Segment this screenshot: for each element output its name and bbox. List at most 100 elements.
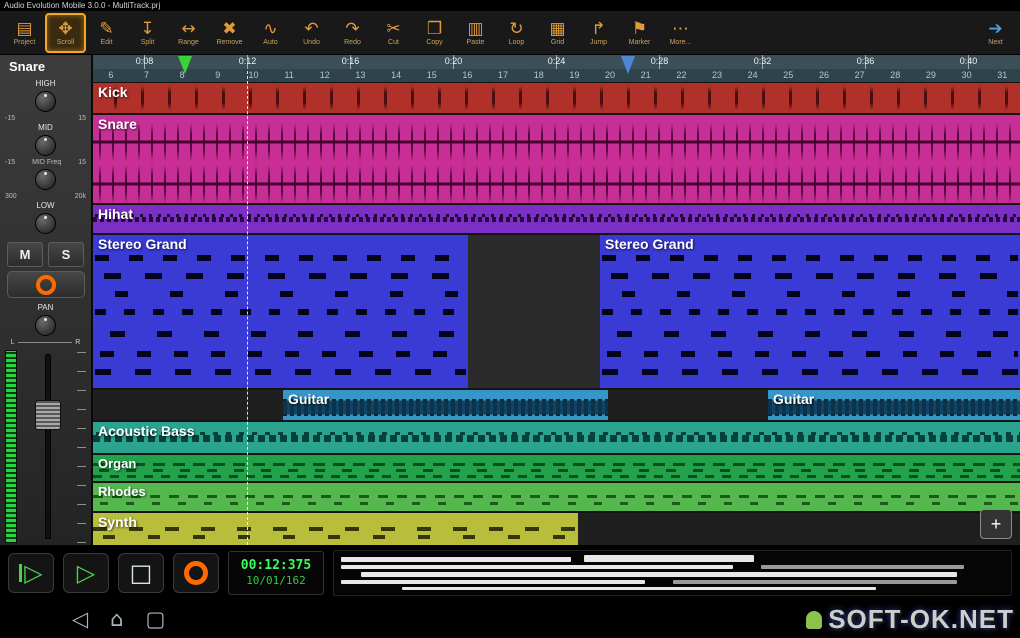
- level-meter: [5, 350, 17, 543]
- toolbar-button-label: Project: [13, 38, 36, 46]
- ruler-bar-number: 31: [997, 70, 1008, 80]
- ruler-bar-number: 16: [462, 70, 473, 80]
- track-row-organ[interactable]: Organ: [93, 455, 1020, 483]
- toolbar-button-redo[interactable]: ↷ Redo: [332, 13, 373, 53]
- add-track-button[interactable]: +: [980, 509, 1012, 539]
- toolbar-button-edit[interactable]: ✎ Edit: [86, 13, 127, 53]
- track-label: Guitar: [773, 391, 815, 407]
- toolbar-button-label: More...: [669, 38, 692, 46]
- green-position-marker[interactable]: [178, 56, 192, 74]
- toolbar-button-label: Redo: [344, 38, 361, 46]
- toolbar-button-project[interactable]: ▤ Project: [4, 13, 45, 53]
- pan-scale-line: [17, 342, 73, 343]
- waveform: [93, 205, 1020, 233]
- clip-acoustic-bass[interactable]: Acoustic Bass: [93, 422, 1020, 453]
- track-row-rhodes[interactable]: Rhodes: [93, 483, 1020, 513]
- track-row-hihat[interactable]: Hihat: [93, 205, 1020, 235]
- toolbar-button-label: Auto: [263, 38, 278, 46]
- clip-stereo-grand-1[interactable]: Stereo Grand: [93, 235, 468, 388]
- track-area: Kick Snare Hihat Stereo Grand Stereo Gra…: [93, 71, 1020, 545]
- toolbar-button-grid[interactable]: ▦ Grid: [537, 13, 578, 53]
- toolbar-button-range[interactable]: ↔ Range: [168, 13, 209, 53]
- toolbar-button-undo[interactable]: ↶ Undo: [291, 13, 332, 53]
- ruler-time-label: 0:20: [444, 56, 463, 66]
- track-label: Guitar: [288, 391, 330, 407]
- overview-waveform-bar: [401, 586, 876, 590]
- toolbar-button-auto[interactable]: ∿ Auto: [250, 13, 291, 53]
- toolbar-button-scroll[interactable]: ✥ Scroll: [45, 12, 86, 53]
- ruler-time-label: 0:24: [547, 56, 566, 66]
- watermark-text: SOFT-OK.NET: [828, 604, 1014, 634]
- play-button[interactable]: ▷: [63, 552, 109, 593]
- track-row-kick[interactable]: Kick: [93, 83, 1020, 115]
- track-label: Kick: [98, 84, 128, 100]
- clip-organ[interactable]: Organ: [93, 455, 1020, 481]
- eq-gain-max: 15: [78, 159, 86, 166]
- toolbar-button-label: Paste: [466, 38, 485, 46]
- toolbar-button-label: Undo: [303, 38, 320, 46]
- clip-kick[interactable]: Kick: [93, 83, 1020, 113]
- fader-track: [45, 354, 51, 539]
- toolbar-button-cut[interactable]: ✂ Cut: [373, 13, 414, 53]
- timeline-ruler[interactable]: 0:08 0:12 0:16 0:20 0:24 0:28 0:32 0:36 0:40 678…: [93, 55, 1020, 83]
- clip-guitar-2[interactable]: Guitar: [768, 390, 1020, 420]
- stop-button[interactable]: □: [118, 552, 164, 593]
- play-from-start-button[interactable]: ▷: [8, 552, 54, 593]
- toolbar-button-remove[interactable]: ✖ Remove: [209, 13, 250, 53]
- ruler-bar-number: 28: [890, 70, 901, 80]
- plus-icon: +: [990, 514, 1002, 534]
- title-bar: Audio Evolution Mobile 3.0.0 - MultiTrac…: [0, 0, 1020, 11]
- recents-button[interactable]: ▢: [146, 607, 166, 631]
- mute-solo-row: M S: [7, 242, 84, 267]
- pan-knob[interactable]: [35, 315, 56, 336]
- toolbar-button-split[interactable]: ↧ Split: [127, 13, 168, 53]
- home-button[interactable]: ⌂: [110, 607, 123, 631]
- toolbar: ▤ Project ✥ Scroll ✎ Edit ↧ Split ↔ Rang…: [0, 11, 1020, 55]
- track-row-snare[interactable]: Snare: [93, 115, 1020, 205]
- next-label: Next: [988, 38, 1003, 46]
- android-icon: [806, 610, 823, 629]
- track-row-synth[interactable]: Synth: [93, 513, 1020, 545]
- eq-high-knob[interactable]: [35, 91, 56, 112]
- clip-hihat[interactable]: Hihat: [93, 205, 1020, 233]
- track-row-guitar[interactable]: Guitar Guitar: [93, 390, 1020, 422]
- eq-midfreq-label: MID Freq: [32, 159, 62, 166]
- waveform: [93, 513, 578, 545]
- track-row-stereo-grand[interactable]: Stereo Grand Stereo Grand: [93, 235, 1020, 390]
- toolbar-button-jump[interactable]: ↱ Jump: [578, 13, 619, 53]
- clip-guitar-1[interactable]: Guitar: [283, 390, 608, 420]
- track-label: Acoustic Bass: [98, 423, 195, 439]
- volume-fader[interactable]: [17, 350, 77, 543]
- ruler-bar-number: 7: [143, 70, 149, 80]
- toolbar-button-marker[interactable]: ⚑ Marker: [619, 13, 660, 53]
- pan-label: PAN: [37, 303, 54, 312]
- ruler-bar-number: 19: [569, 70, 580, 80]
- toolbar-button-label: Cut: [388, 38, 399, 46]
- blue-position-marker[interactable]: [621, 56, 635, 74]
- arrangement-overview[interactable]: [333, 549, 1012, 596]
- toolbar-button-more[interactable]: ⋯ More...: [660, 13, 701, 53]
- toolbar-button-label: Remove: [216, 38, 243, 46]
- record-button[interactable]: [173, 552, 219, 593]
- track-row-acoustic-bass[interactable]: Acoustic Bass: [93, 422, 1020, 455]
- clip-snare[interactable]: Snare: [93, 115, 1020, 203]
- record-arm-button[interactable]: [6, 271, 85, 298]
- toolbar-button-paste[interactable]: ▥ Paste: [455, 13, 496, 53]
- solo-button[interactable]: S: [48, 242, 84, 267]
- fader-handle[interactable]: [35, 400, 61, 431]
- mute-button[interactable]: M: [7, 242, 43, 267]
- toolbar-button-copy[interactable]: ❐ Copy: [414, 13, 455, 53]
- clip-stereo-grand-2[interactable]: Stereo Grand: [600, 235, 1020, 388]
- back-button[interactable]: ◁: [72, 607, 88, 631]
- clip-rhodes[interactable]: Rhodes: [93, 483, 1020, 511]
- toolbar-button-loop[interactable]: ↻ Loop: [496, 13, 537, 53]
- eq-low-knob[interactable]: [35, 213, 56, 234]
- eq-mid-knob[interactable]: [35, 135, 56, 156]
- toolbar-button-next[interactable]: ➔ Next: [975, 13, 1016, 53]
- track-label: Organ: [98, 456, 137, 471]
- ruler-bar-number: 18: [533, 70, 544, 80]
- toolbar-button-icon: ✂: [386, 18, 401, 39]
- clip-synth[interactable]: Synth: [93, 513, 578, 545]
- eq-midfreq-knob[interactable]: [35, 169, 56, 190]
- eq-gain-range: -15 15: [5, 114, 86, 123]
